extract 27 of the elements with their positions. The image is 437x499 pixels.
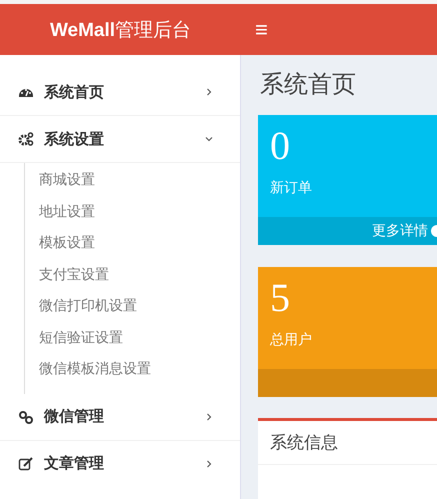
submenu-item[interactable]: 模板设置	[25, 228, 240, 260]
gears-icon	[18, 131, 34, 147]
sidebar-item[interactable]: 系统设置	[0, 116, 240, 163]
submenu-item[interactable]: 商城设置	[25, 165, 240, 196]
stat-label: 总用户	[269, 331, 313, 350]
submenu-item[interactable]: 支付宝设置	[25, 260, 240, 291]
chevron-right-icon	[204, 412, 214, 422]
sidebar-item[interactable]: 文章管理	[0, 440, 240, 486]
link-icon	[18, 408, 34, 424]
stat-value: 0	[269, 122, 291, 169]
stat-value: 5	[269, 274, 291, 321]
chevron-down-icon	[204, 134, 214, 144]
edit-icon	[18, 456, 34, 472]
stat-label: 新订单	[269, 179, 313, 198]
submenu-item[interactable]: 微信打印机设置	[25, 291, 240, 322]
menu-toggle-button[interactable]: ≡	[249, 18, 274, 40]
sidebar-item[interactable]: 微信管理	[0, 394, 240, 440]
submenu-item[interactable]: 地址设置	[25, 196, 240, 228]
sidebar-item[interactable]: 系统首页	[0, 69, 240, 116]
submenu-item[interactable]: 微信模板消息设置	[25, 354, 240, 386]
page-title: 系统首页	[260, 69, 357, 100]
chevron-right-icon	[204, 87, 214, 97]
panel-title: 系统信息	[258, 421, 437, 465]
chevron-right-icon	[204, 458, 214, 468]
more-details-link[interactable]: 更多详情	[372, 222, 428, 240]
app-logo[interactable]: WeMall管理后台	[0, 16, 241, 42]
submenu-item[interactable]: 短信验证设置	[25, 322, 240, 354]
